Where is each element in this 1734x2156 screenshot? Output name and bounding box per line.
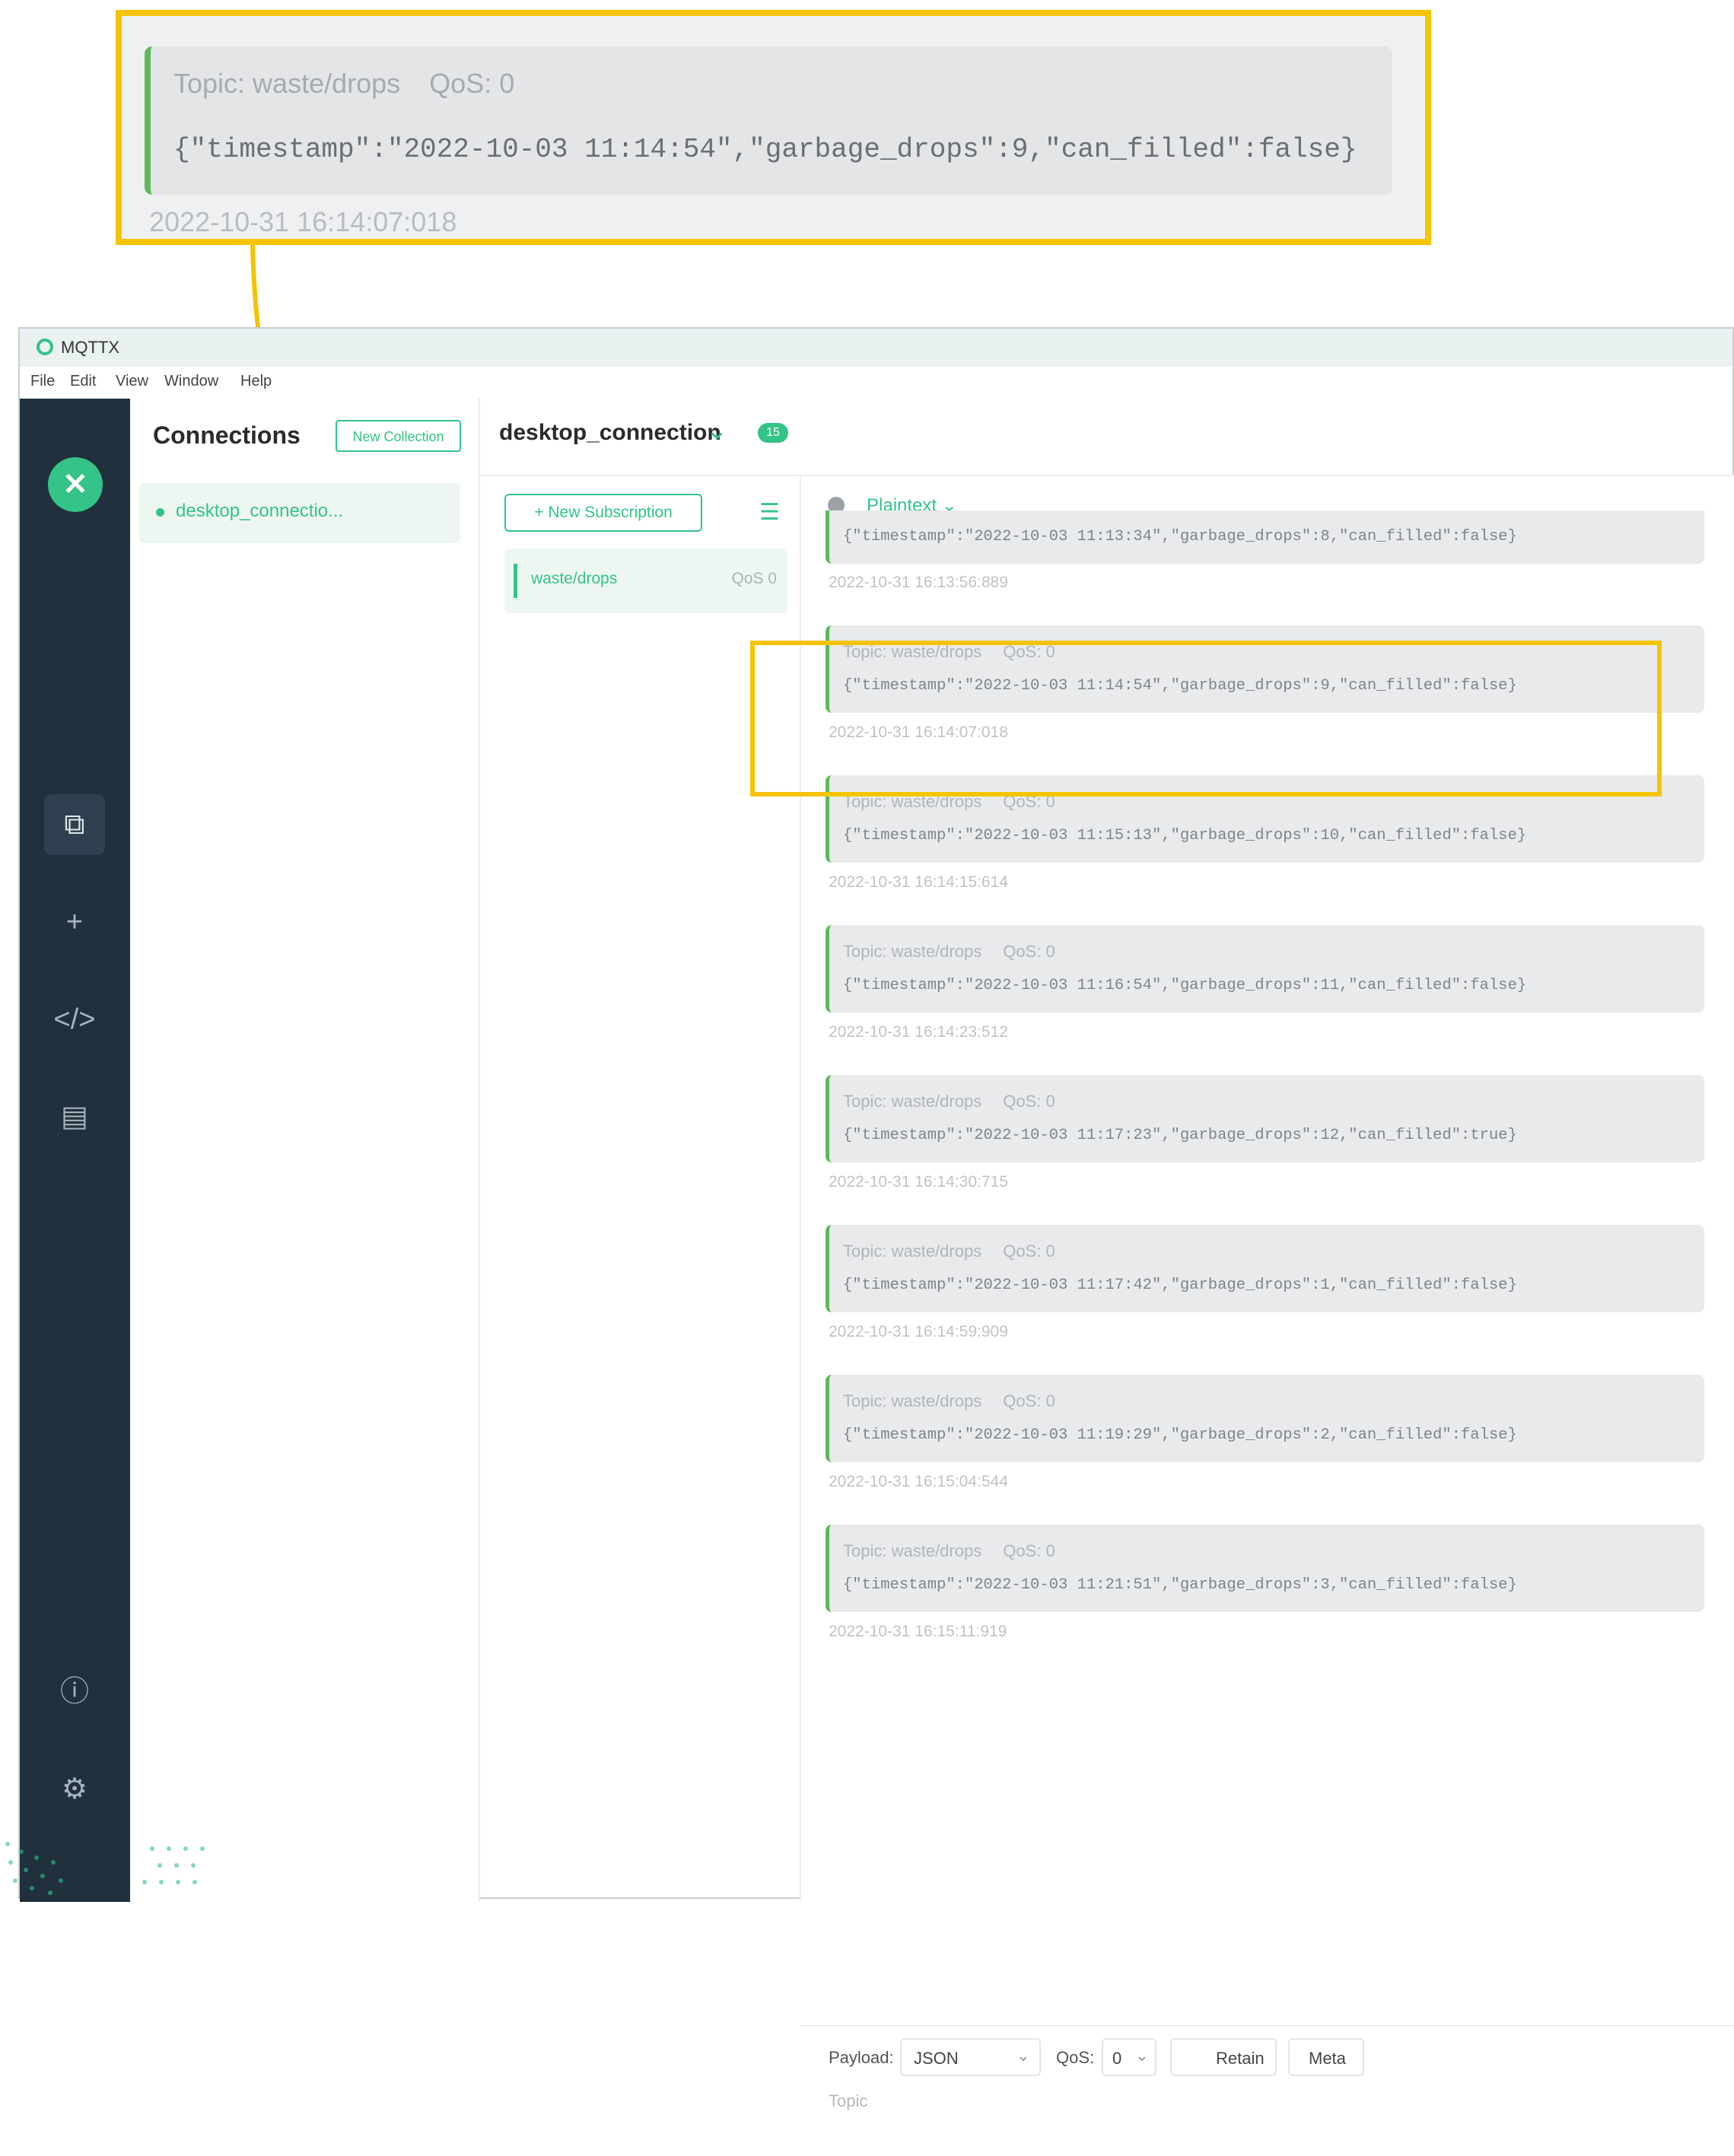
- message-payload: {"timestamp":"2022-10-03 11:16:54","garb…: [843, 977, 1527, 994]
- message-timestamp: 2022-10-31 16:14:15:614: [829, 873, 1008, 891]
- zoom-topic-text: Topic: waste/drops: [173, 68, 401, 99]
- connection-header: desktop_connection ⌄ 15: [480, 399, 1734, 476]
- message-card: Topic: waste/drops QoS: 0 {"timestamp":"2…: [826, 775, 1704, 863]
- zoom-callout: Topic: waste/drops QoS: 0 {"timestamp":"2…: [116, 10, 1431, 245]
- message-payload: {"timestamp":"2022-10-03 11:13:34","garb…: [843, 528, 1517, 545]
- connection-name: desktop_connection: [499, 420, 721, 445]
- message-timestamp: 2022-10-31 16:14:07:018: [829, 723, 1008, 741]
- subscription-color-bar: [514, 564, 517, 598]
- message-card: Topic: waste/drops QoS: 0 {"timestamp":"2…: [826, 1075, 1704, 1162]
- zoom-message-payload: {"timestamp":"2022-10-03 11:14:54","garb…: [173, 134, 1357, 165]
- left-nav: ✕ ⧉ + </> ▤ ⓘ ⚙: [20, 399, 130, 1902]
- connection-item[interactable]: desktop_connectio...: [139, 482, 460, 543]
- settings-nav-icon[interactable]: ⚙: [44, 1759, 105, 1820]
- message-payload: {"timestamp":"2022-10-03 11:15:13","garb…: [843, 827, 1527, 844]
- message-timestamp: 2022-10-31 16:13:56:889: [829, 574, 1008, 591]
- message-topic: Topic: waste/drops QoS: 0: [843, 1242, 1055, 1261]
- retain-toggle[interactable]: Retain: [1170, 2038, 1277, 2076]
- message-timestamp: 2022-10-31 16:14:23:512: [829, 1023, 1008, 1041]
- script-nav-icon[interactable]: </>: [44, 989, 105, 1050]
- message-card: Topic: waste/drops QoS: 0 {"timestamp":"2…: [826, 1225, 1704, 1312]
- message-topic: Topic: waste/drops QoS: 0: [843, 1391, 1055, 1410]
- zoom-message-timestamp: 2022-10-31 16:14:07:018: [149, 206, 457, 237]
- new-collection-button[interactable]: New Collection: [336, 420, 461, 452]
- new-subscription-label: New Subscription: [548, 504, 673, 521]
- qos-label: QoS:: [1056, 2048, 1095, 2067]
- menu-file[interactable]: File: [30, 373, 55, 390]
- message-payload: {"timestamp":"2022-10-03 11:17:23","garb…: [843, 1127, 1517, 1144]
- qos-selected: 0: [1112, 2049, 1122, 2068]
- message-timestamp: 2022-10-31 16:15:04:544: [829, 1473, 1008, 1490]
- zoom-qos-text: QoS: 0: [429, 68, 515, 99]
- decorative-dots: [5, 1842, 205, 1895]
- subscription-item[interactable]: waste/drops QoS 0: [504, 549, 787, 613]
- message-card: Topic: waste/drops QoS: 0 {"timestamp":"2…: [826, 625, 1704, 713]
- messages-area: Plaintext ⌄ {"timestamp":"2022-10-03 11:…: [801, 476, 1734, 1902]
- menu-help[interactable]: Help: [240, 373, 272, 390]
- add-connection-nav-icon[interactable]: +: [44, 892, 105, 952]
- log-nav-icon[interactable]: ▤: [44, 1086, 105, 1147]
- brand-logo-icon: ✕: [48, 457, 103, 512]
- menu-window[interactable]: Window: [164, 373, 218, 390]
- list-icon[interactable]: ☰: [759, 499, 780, 526]
- connection-item-label: desktop_connectio...: [176, 501, 344, 521]
- menu-view[interactable]: View: [116, 373, 148, 390]
- message-card: Topic: waste/drops QoS: 0 {"timestamp":"2…: [826, 925, 1704, 1013]
- message-timestamp: 2022-10-31 16:14:30:715: [829, 1173, 1008, 1191]
- qos-dropdown[interactable]: 0 ⌄: [1102, 2038, 1157, 2076]
- connected-status-dot: [156, 508, 164, 517]
- message-topic: Topic: waste/drops QoS: 0: [843, 642, 1055, 661]
- message-payload: {"timestamp":"2022-10-03 11:14:54","garb…: [843, 677, 1517, 695]
- app-window: MQTTX File Edit View Window Help ✕ ⧉ + <…: [18, 327, 1734, 2110]
- message-count-badge: 15: [758, 423, 788, 443]
- subscriptions-pane: + New Subscription ☰ waste/drops QoS 0: [480, 476, 801, 1902]
- connections-header: Connections: [153, 421, 301, 449]
- new-subscription-button[interactable]: + New Subscription: [504, 494, 702, 532]
- message-topic: Topic: waste/drops QoS: 0: [843, 1092, 1055, 1111]
- payload-format-dropdown[interactable]: JSON ⌄: [900, 2038, 1041, 2076]
- message-payload: {"timestamp":"2022-10-03 11:21:51","garb…: [843, 1576, 1517, 1594]
- message-topic: Topic: waste/drops QoS: 0: [843, 792, 1055, 811]
- message-topic: Topic: waste/drops QoS: 0: [843, 942, 1055, 961]
- app-logo-icon: [37, 339, 53, 355]
- message-timestamp: 2022-10-31 16:14:59:909: [829, 1323, 1008, 1340]
- subscription-qos: QoS 0: [731, 570, 777, 587]
- info-nav-icon[interactable]: ⓘ: [44, 1662, 105, 1722]
- connections-pane: Connections New Collection desktop_conne…: [130, 399, 480, 1902]
- connections-nav-icon[interactable]: ⧉: [44, 794, 105, 855]
- zoom-message-topic: Topic: waste/drops QoS: 0: [173, 68, 514, 100]
- message-topic: Topic: waste/drops QoS: 0: [843, 1541, 1055, 1560]
- message-payload: {"timestamp":"2022-10-03 11:17:42","garb…: [843, 1277, 1517, 1294]
- message-card: Topic: waste/drops QoS: 0 {"timestamp":"2…: [826, 1525, 1704, 1612]
- meta-label: Meta: [1309, 2049, 1346, 2068]
- payload-format-selected: JSON: [914, 2049, 959, 2068]
- meta-button[interactable]: Meta: [1288, 2038, 1364, 2076]
- zoom-message-card: Topic: waste/drops QoS: 0 {"timestamp":"2…: [145, 46, 1392, 195]
- menu-edit[interactable]: Edit: [70, 373, 96, 390]
- menu-bar: File Edit View Window Help: [20, 367, 1732, 399]
- message-card: Topic: waste/drops QoS: 0 {"timestamp":"2…: [826, 1375, 1704, 1462]
- message-payload: {"timestamp":"2022-10-03 11:19:29","garb…: [843, 1426, 1517, 1444]
- title-bar: MQTTX: [20, 329, 1732, 367]
- chevron-down-icon[interactable]: ⌄: [706, 415, 728, 446]
- window-title: MQTTX: [61, 338, 119, 357]
- subscription-topic: waste/drops: [531, 570, 618, 587]
- message-timestamp: 2022-10-31 16:15:11:919: [829, 1623, 1007, 1640]
- retain-label: Retain: [1216, 2049, 1265, 2068]
- chevron-down-icon: ⌄: [1134, 2046, 1149, 2065]
- topic-input[interactable]: Topic: [829, 2091, 867, 2111]
- publish-bar: Payload: JSON ⌄ QoS: 0 ⌄ Retain Meta Top…: [801, 2025, 1734, 2156]
- payload-label: Payload:: [829, 2048, 894, 2067]
- chevron-down-icon: ⌄: [1016, 2046, 1030, 2065]
